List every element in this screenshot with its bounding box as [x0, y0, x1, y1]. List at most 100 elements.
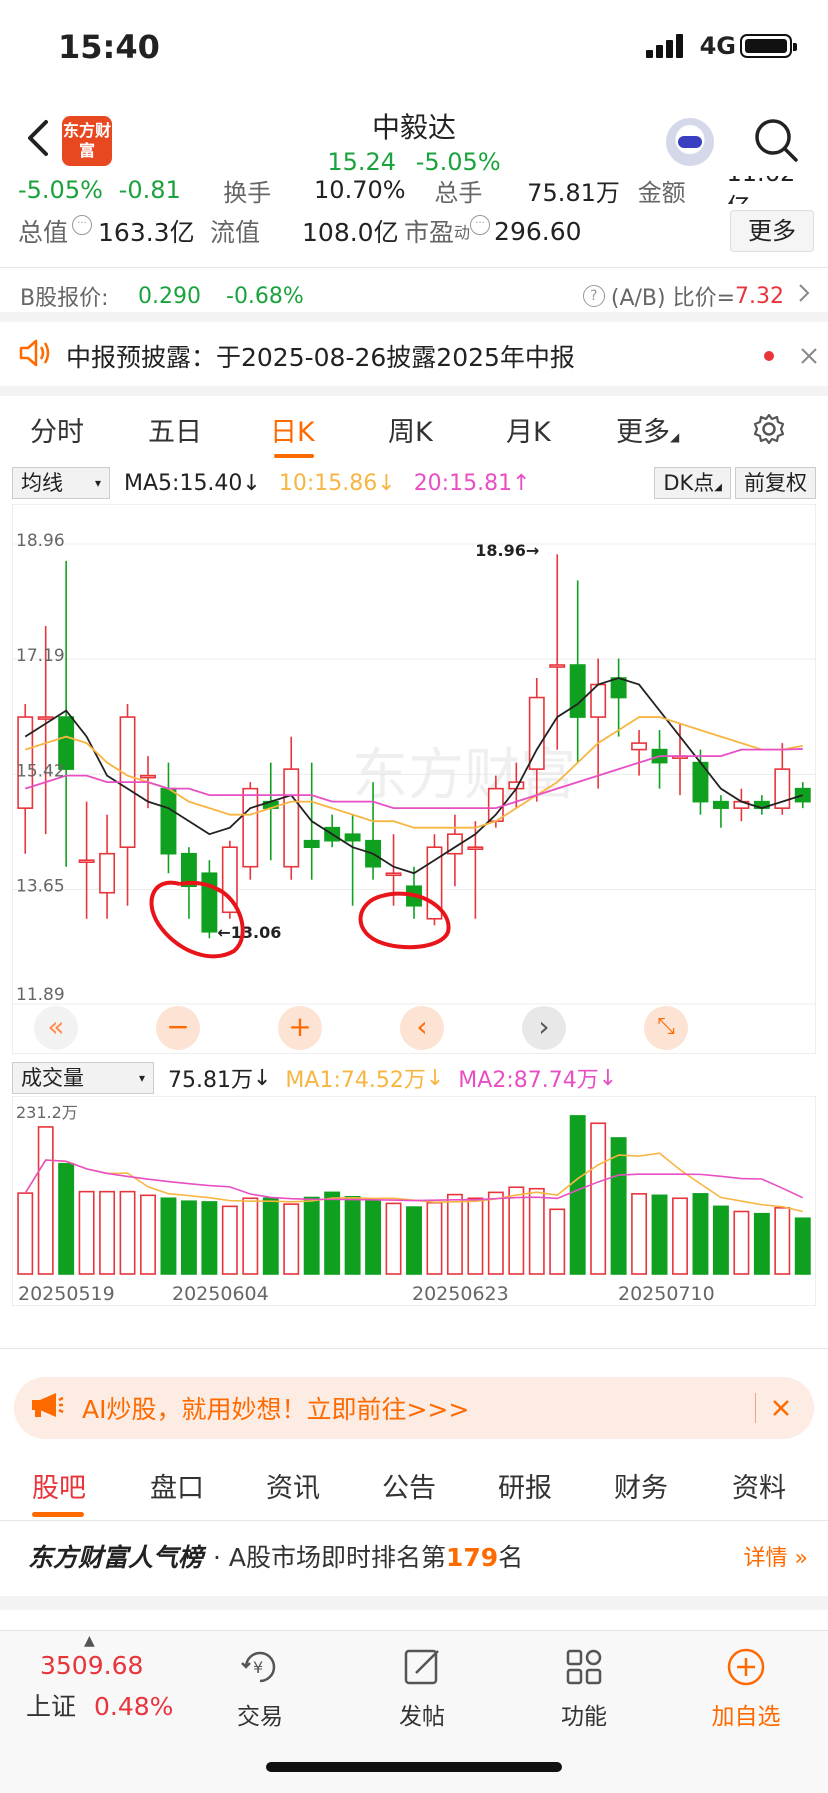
ma5-value: MA5:15.40	[124, 470, 243, 496]
rank-text: · A股市场即时排名第179名	[213, 1543, 524, 1572]
zoom-in-button[interactable]: +	[278, 1006, 322, 1050]
index-row[interactable]: 上证 0.48%	[26, 1687, 173, 1723]
turnover-value: 10.70%	[314, 176, 406, 204]
divider	[0, 267, 828, 268]
b-share-row[interactable]: B股报价: 0.290 -0.68% ? (A/B) 比价= 7.32	[20, 280, 810, 312]
abs-change: -0.81	[118, 176, 181, 204]
y-tick-label: 13.65	[16, 876, 65, 896]
megaphone-icon	[30, 1391, 64, 1425]
scroll-right-button[interactable]: ›	[522, 1006, 566, 1050]
candle-up	[549, 664, 566, 668]
candle-up	[385, 872, 402, 877]
ab-ratio-label: (A/B) 比价=	[610, 286, 736, 311]
volume-bar-down	[794, 1217, 811, 1275]
candle-up	[487, 787, 504, 822]
nav-add-watchlist[interactable]: 加自选	[696, 1645, 796, 1731]
volume-bar-down	[180, 1200, 197, 1275]
popularity-rank-row[interactable]: 东方财富人气榜 · A股市场即时排名第179名 详情 »	[28, 1538, 808, 1574]
y-tick-label: 17.19	[16, 646, 65, 666]
volume-bar-up	[774, 1207, 791, 1275]
tab-five-day[interactable]: 五日	[148, 410, 202, 449]
help-icon[interactable]: ?	[582, 285, 605, 307]
index-value[interactable]: 3509.68	[40, 1651, 143, 1680]
battery-icon	[740, 34, 797, 58]
caret-up-icon: ▲	[84, 1633, 95, 1649]
nav-functions[interactable]: 功能	[534, 1645, 634, 1731]
volume-bar-up	[37, 1126, 54, 1275]
tab-more[interactable]: 更多◢	[616, 410, 679, 449]
settings-gear-icon[interactable]	[752, 412, 786, 450]
adjust-selector[interactable]: 前复权	[735, 467, 816, 499]
dk-point-selector[interactable]: DK点◢	[654, 467, 731, 499]
scroll-left-fast-icon[interactable]: «	[34, 1006, 78, 1050]
assistant-avatar-icon[interactable]	[666, 118, 714, 166]
svg-text:¥: ¥	[253, 1658, 263, 1677]
volume-bar-down	[201, 1201, 218, 1275]
tab-intraday[interactable]: 分时	[30, 410, 84, 449]
volume-value: 75.81万	[168, 1068, 253, 1093]
tab-finance[interactable]: 财务	[614, 1466, 668, 1505]
kline-chart[interactable]: 东方财富 18.9617.1915.4213.6511.8918.96→←13.…	[12, 504, 816, 1054]
volume-bar-down	[712, 1205, 729, 1275]
candle-down	[160, 787, 177, 855]
tab-monthly-k[interactable]: 月K	[506, 410, 551, 449]
pe-dots-icon[interactable]: ···	[470, 215, 491, 235]
tab-news[interactable]: 资讯	[266, 1466, 320, 1505]
notice-bar[interactable]: 中报预披露：于2025-08-26披露2025年中报	[18, 338, 818, 374]
volume-bar-up	[99, 1190, 116, 1275]
nav-trade[interactable]: ¥ 交易	[210, 1645, 310, 1731]
volume-bar-down	[753, 1212, 770, 1275]
volume-bar-up	[221, 1205, 238, 1275]
tab-more-label: 更多	[616, 417, 670, 448]
ai-promo-banner[interactable]: AI炒股，就用妙想！立即前往>>>	[14, 1377, 814, 1439]
dropdown-arrow-icon: ▾	[94, 476, 101, 490]
volume-bar-up	[140, 1194, 156, 1275]
volume-bar-down	[406, 1206, 422, 1275]
dropdown-arrow-icon: ▾	[138, 1071, 145, 1085]
dropdown-caret-icon: ◢	[714, 482, 722, 493]
nav-post[interactable]: 发帖	[372, 1645, 472, 1731]
tab-pankou[interactable]: 盘口	[150, 1466, 204, 1505]
fullscreen-icon[interactable]: ⤡	[644, 1006, 688, 1050]
tab-announcements[interactable]: 公告	[382, 1466, 436, 1505]
tab-active-indicator	[32, 1512, 84, 1517]
tab-weekly-k[interactable]: 周K	[388, 410, 433, 449]
close-icon[interactable]	[800, 342, 818, 371]
volume-max-label: 231.2万	[16, 1103, 78, 1122]
rank-brand: 东方财富人气榜	[28, 1543, 204, 1572]
tab-guba[interactable]: 股吧	[32, 1466, 86, 1505]
quote-row-partial: -5.05% -0.81 换手 10.70% 总手 75.81万 金额 11.6…	[18, 176, 818, 204]
zoom-out-button[interactable]: −	[156, 1006, 200, 1050]
turnover-label: 换手	[223, 178, 272, 205]
volume-chart[interactable]: 231.2万 20250519 20250604 20250623 20250710	[12, 1096, 816, 1306]
down-arrow-icon: ↓	[242, 470, 261, 496]
volume-bar-down	[160, 1197, 177, 1275]
amount-value: 11.62亿	[727, 176, 819, 204]
search-icon[interactable]	[752, 116, 800, 168]
date-label: 20250623	[412, 1283, 509, 1305]
candle-up	[242, 787, 259, 868]
rank-details-link[interactable]: 详情 »	[744, 1540, 808, 1572]
more-button[interactable]: 更多	[730, 210, 814, 252]
volume-bar-down	[324, 1191, 341, 1275]
up-arrow-icon: ↑	[512, 470, 531, 496]
volume-bar-up	[590, 1122, 607, 1275]
vol-ma1: MA1:74.52万	[285, 1068, 426, 1093]
low-label: ←13.06	[217, 923, 281, 942]
y-tick-label: 15.42	[16, 761, 65, 781]
info-dots-icon[interactable]: ···	[72, 215, 93, 235]
ma-selector[interactable]: 均线 ▾	[12, 467, 110, 499]
period-tabs: 分时 五日 日K 周K 月K 更多◢	[0, 410, 828, 462]
close-icon[interactable]	[772, 1394, 790, 1423]
candle-down	[303, 839, 320, 848]
tab-profile[interactable]: 资料	[732, 1466, 786, 1505]
index-change: 0.48%	[93, 1692, 174, 1721]
tab-research[interactable]: 研报	[498, 1466, 552, 1505]
unread-dot	[764, 351, 774, 361]
volume-selector[interactable]: 成交量 ▾	[12, 1062, 154, 1094]
scroll-left-button[interactable]: ‹	[400, 1006, 444, 1050]
volume-bar-up	[487, 1191, 504, 1275]
tab-daily-k[interactable]: 日K	[270, 410, 315, 449]
stock-change: -5.05%	[415, 148, 501, 176]
ma-selector-label: 均线	[21, 471, 63, 495]
